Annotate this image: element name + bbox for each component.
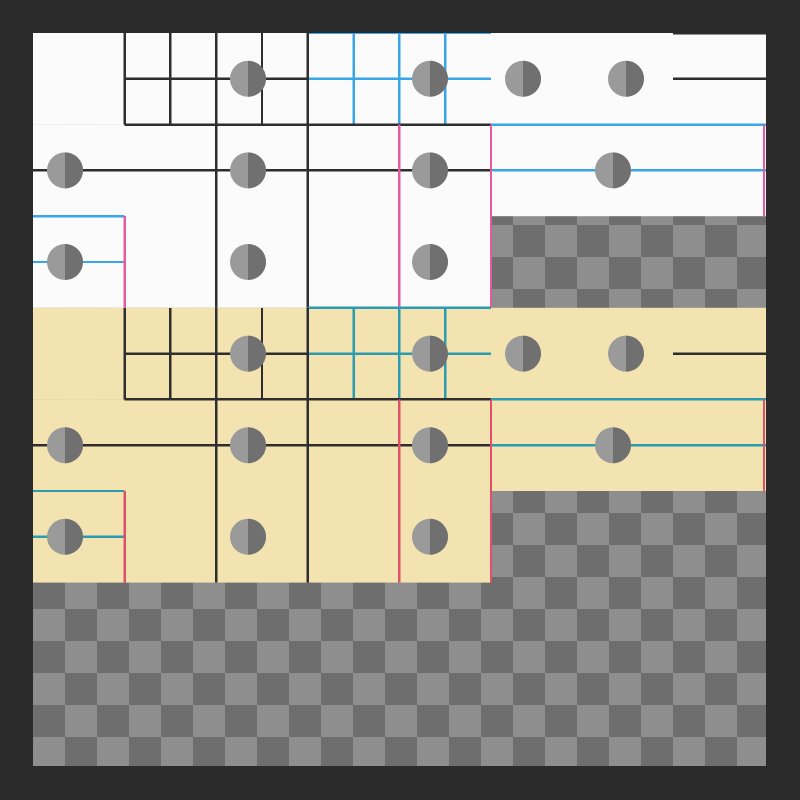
tileset-sheet — [33, 33, 766, 583]
tileset-canvas[interactable] — [33, 33, 766, 766]
editor-viewport — [0, 0, 800, 800]
